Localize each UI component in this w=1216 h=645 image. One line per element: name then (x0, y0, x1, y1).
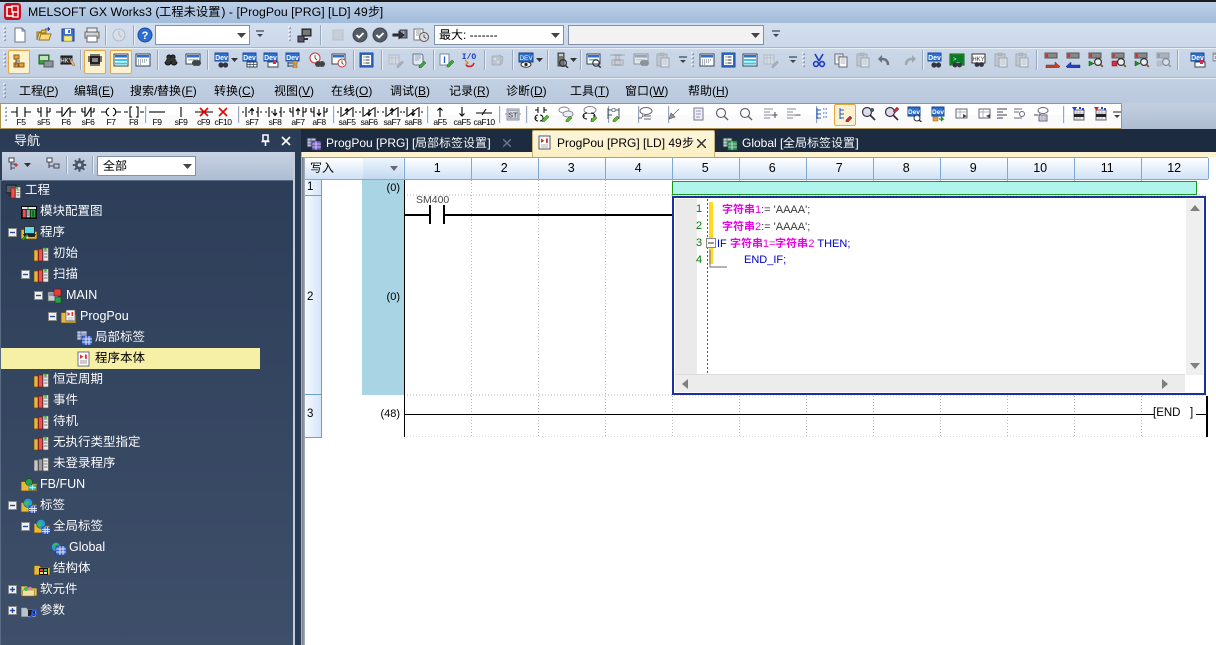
svg-text:Dev: Dev (932, 109, 944, 116)
svg-text:HKY: HKY (972, 57, 984, 63)
svg-text:>_: >_ (953, 57, 961, 63)
svg-text:DEV: DEV (519, 55, 533, 62)
svg-text:Dev: Dev (243, 55, 256, 62)
svg-text:Dev: Dev (928, 55, 941, 62)
svg-text:I: I (443, 55, 446, 65)
svg-text:Dev: Dev (215, 55, 228, 62)
svg-text:I/O: I/O (462, 53, 477, 62)
svg-text:?: ? (142, 30, 149, 42)
svg-text:ST: ST (509, 113, 519, 120)
